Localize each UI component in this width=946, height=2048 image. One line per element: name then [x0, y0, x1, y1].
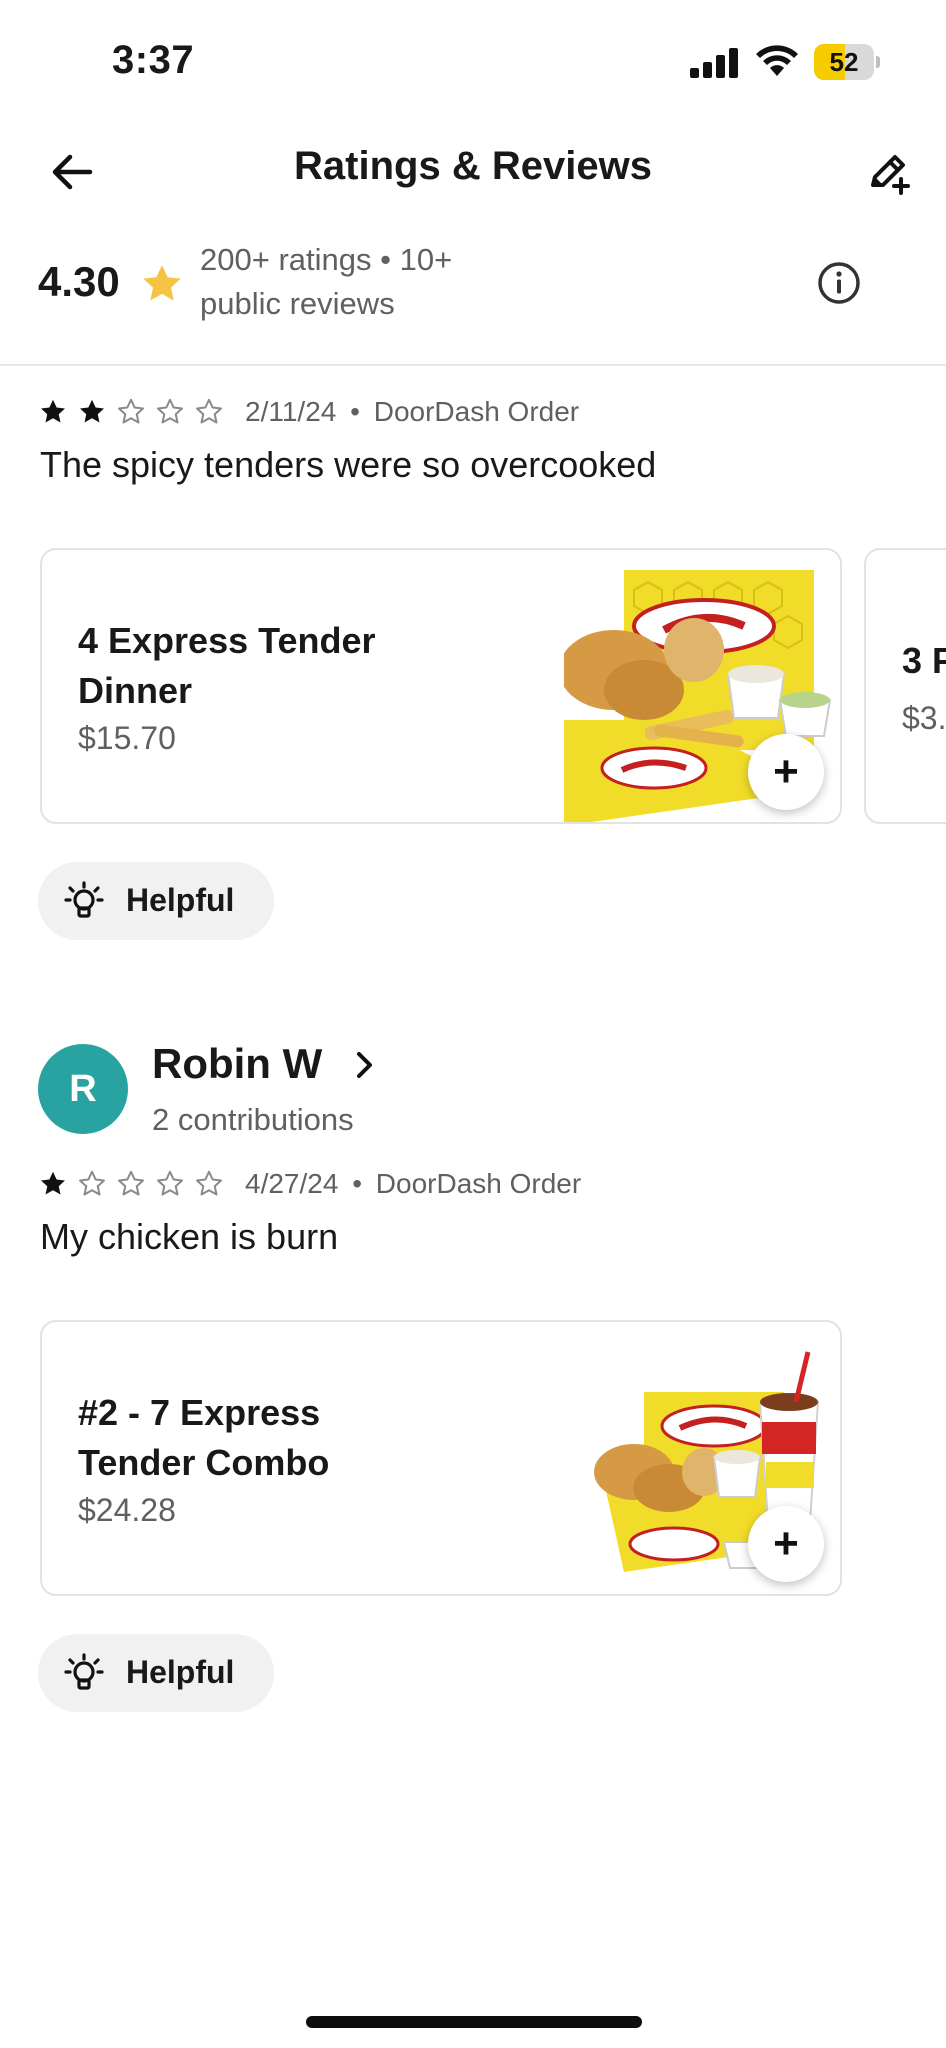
review-stars [38, 397, 233, 427]
item-name: 3 P [902, 640, 946, 681]
review-source: DoorDash Order [373, 396, 580, 427]
review-stars-row: 4/27/24 • DoorDash Order [38, 1166, 581, 1202]
rating-summary: 4.30 200+ ratings • 10+ public reviews [0, 236, 946, 364]
battery-level: 52 [829, 47, 859, 77]
review-text: My chicken is burn [40, 1216, 339, 1257]
helpful-label: Helpful [126, 1654, 235, 1690]
item-price: $15.70 [78, 720, 176, 756]
item-price: $24.28 [78, 1492, 176, 1528]
lightbulb-icon [64, 1653, 104, 1690]
star-empty-icon [155, 1169, 194, 1199]
review-text: The spicy tenders were so overcooked [40, 444, 657, 485]
battery-indicator: 52 [814, 44, 880, 80]
write-review-button[interactable] [858, 142, 918, 202]
ordered-item-card[interactable]: 4 Express Tender Dinner $15.70 + [40, 548, 842, 824]
average-rating: 4.30 [38, 258, 120, 305]
star-icon [143, 265, 181, 301]
review-date: 2/11/24 [245, 396, 337, 427]
review-source: DoorDash Order [375, 1168, 582, 1199]
star-filled-icon [38, 1169, 77, 1199]
pencil-plus-icon [871, 155, 910, 195]
ordered-item-card[interactable]: #2 - 7 Express Tender Combo $24.28 + [40, 1320, 842, 1596]
star-empty-icon [77, 1169, 116, 1199]
item-name: #2 - 7 Express Tender Combo [78, 1392, 330, 1483]
star-empty-icon [116, 397, 155, 427]
reviewer-contributions: 2 contributions [152, 1102, 354, 1137]
star-empty-icon [194, 397, 233, 427]
separator-dot: • [352, 1168, 363, 1199]
status-bar: 3:37 52 [0, 0, 946, 120]
star-empty-icon [194, 1169, 233, 1199]
review-date: 4/27/24 [245, 1168, 339, 1199]
review-stars [38, 1169, 233, 1199]
ordered-item-card-next[interactable]: 3 P $3. [864, 548, 946, 824]
separator-dot: • [350, 396, 360, 427]
reviewer-header[interactable]: R Robin W 2 contributions [0, 1040, 946, 1150]
info-icon[interactable] [816, 260, 862, 306]
star-empty-icon [155, 397, 194, 427]
star-empty-icon [116, 1169, 155, 1199]
reviewer-name: Robin W [152, 1040, 323, 1087]
helpful-label: Helpful [126, 882, 235, 918]
item-name: 4 Express Tender Dinner [78, 620, 376, 711]
star-filled-icon [77, 397, 116, 427]
ratings-count: 200+ ratings [200, 242, 372, 277]
add-item-button[interactable]: + [748, 734, 824, 810]
status-time: 3:37 [112, 38, 195, 82]
home-indicator [306, 2016, 642, 2028]
wifi-icon [756, 45, 798, 76]
cellular-signal-icon [690, 48, 738, 78]
divider [0, 364, 946, 366]
page-title: Ratings & Reviews [294, 144, 652, 188]
chevron-right-icon [357, 1052, 372, 1078]
rating-counts: 200+ ratings • 10+ public reviews [200, 238, 540, 326]
review-meta: 4/27/24 • DoorDash Order [245, 1168, 581, 1200]
review-stars-row: 2/11/24 • DoorDash Order [38, 394, 579, 430]
avatar: R [38, 1044, 128, 1134]
lightbulb-icon [64, 881, 104, 918]
nav-header: Ratings & Reviews [0, 130, 946, 210]
add-item-button[interactable]: + [748, 1506, 824, 1582]
separator-dot: • [380, 242, 391, 277]
helpful-button[interactable]: Helpful [38, 862, 274, 940]
review-meta: 2/11/24 • DoorDash Order [245, 396, 579, 428]
helpful-button[interactable]: Helpful [38, 1634, 274, 1712]
item-price: $3. [902, 700, 946, 736]
star-filled-icon [38, 397, 77, 427]
